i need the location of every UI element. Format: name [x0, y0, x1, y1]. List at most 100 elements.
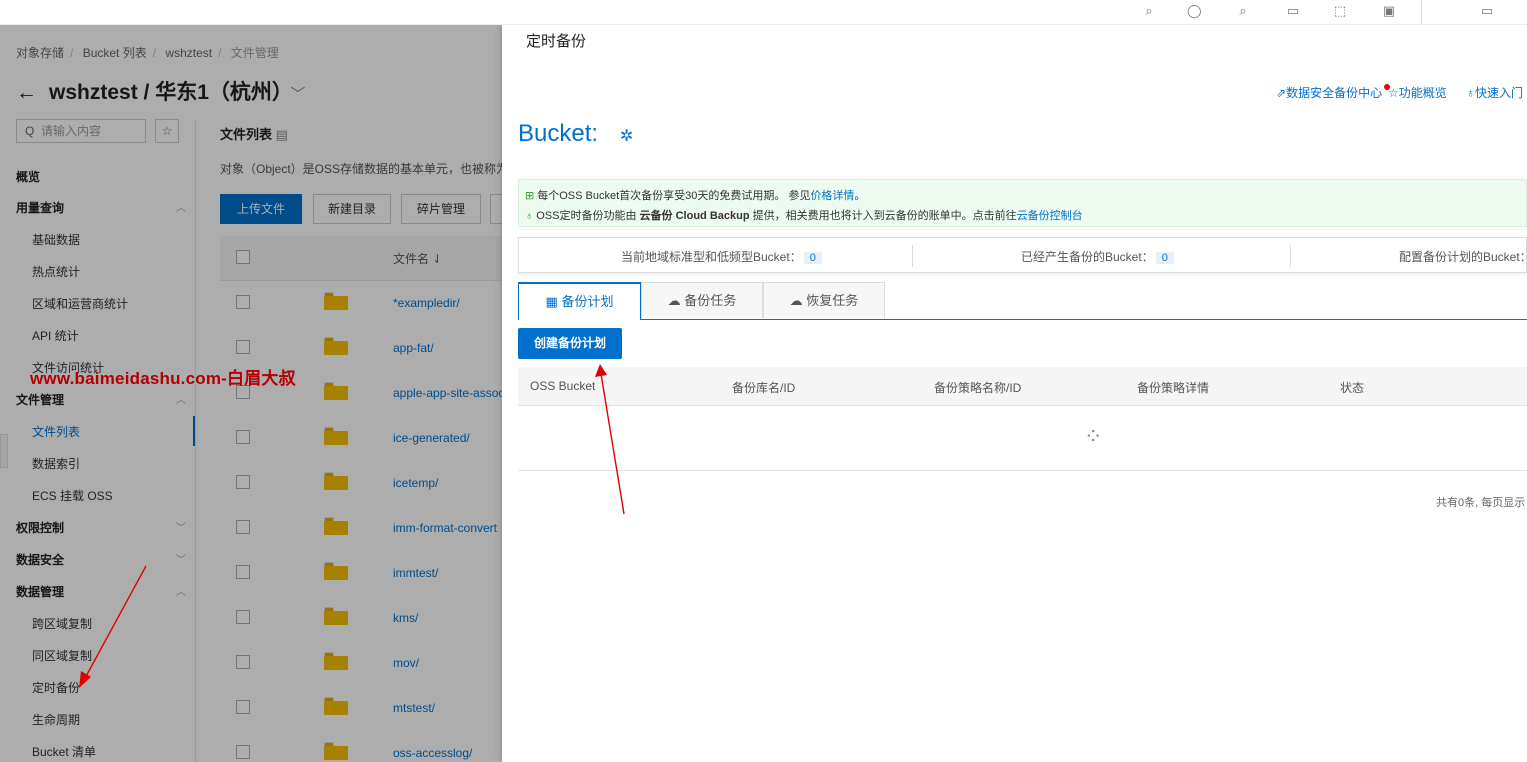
chevron-up-icon[interactable]: ︿: [176, 199, 186, 214]
row-checkbox[interactable]: [236, 295, 250, 309]
chevron-down-icon[interactable]: ﹀: [176, 519, 186, 534]
breadcrumb-item[interactable]: wshztest: [165, 46, 212, 60]
sidebar-item[interactable]: 概览: [16, 168, 40, 185]
chevron-up-icon[interactable]: ︿: [176, 583, 186, 598]
file-name-link[interactable]: app-fat/: [393, 341, 434, 355]
backup-plan-table-body: ⁘: [518, 406, 1527, 471]
file-row[interactable]: immtest/: [220, 551, 502, 597]
doc-icon[interactable]: ▭: [1286, 4, 1300, 18]
help-icon[interactable]: ◯: [1187, 4, 1202, 18]
file-name-link[interactable]: *exampledir/: [393, 296, 460, 310]
tab-backup-plan[interactable]: ▦ 备份计划: [518, 282, 641, 320]
more-button[interactable]: [490, 194, 502, 224]
search-icon[interactable]: ⌕: [1236, 4, 1250, 18]
tab-restore-task[interactable]: ☁ 恢复任务: [763, 282, 885, 318]
window-icon[interactable]: ▭: [1480, 4, 1494, 18]
cloud-backup-console-link[interactable]: 云备份控制台: [1017, 210, 1083, 222]
sidebar-item[interactable]: ECS 挂载 OSS: [32, 487, 113, 504]
file-name-link[interactable]: immtest/: [393, 566, 438, 580]
sidebar-search-input[interactable]: Q 请输入内容: [16, 119, 146, 143]
sidebar-item[interactable]: 数据安全: [16, 551, 64, 568]
file-name-link[interactable]: mov/: [393, 656, 419, 670]
column-status: 状态: [1340, 381, 1365, 395]
sidebar-item[interactable]: 文件管理: [16, 391, 64, 408]
price-details-link[interactable]: 价格详情: [810, 190, 854, 202]
doc-icon[interactable]: ▤: [276, 127, 288, 142]
file-name-link[interactable]: mtstest/: [393, 701, 435, 715]
sidebar-item[interactable]: 用量查询: [16, 199, 64, 216]
row-checkbox[interactable]: [236, 520, 250, 534]
sidebar-item[interactable]: 数据管理: [16, 583, 64, 600]
tab-label: 恢复任务: [806, 293, 859, 308]
notice-text-1: 每个OSS Bucket首次备份享受30天的免费试用期。 参见: [537, 190, 811, 202]
file-row[interactable]: mtstest/: [220, 686, 502, 732]
folder-icon: [324, 472, 348, 490]
breadcrumb-item[interactable]: Bucket 列表: [83, 46, 147, 60]
file-row[interactable]: imm-format-convert: [220, 506, 502, 552]
folder-icon: [324, 607, 348, 625]
sidebar-item[interactable]: 数据索引: [32, 455, 80, 472]
clipboard-icon[interactable]: ▣: [1382, 4, 1396, 18]
sidebar-item[interactable]: 文件列表: [32, 423, 80, 440]
back-arrow-icon[interactable]: ←: [16, 81, 37, 104]
row-checkbox[interactable]: [236, 340, 250, 354]
chevron-down-icon[interactable]: ﹀: [176, 551, 186, 566]
quick-start-link[interactable]: ♁快速入门: [1466, 84, 1523, 101]
sidebar-item[interactable]: API 统计: [32, 327, 79, 344]
new-directory-button[interactable]: 新建目录: [313, 194, 391, 224]
sidebar-item[interactable]: 热点统计: [32, 263, 80, 280]
sidebar-item[interactable]: 生命周期: [32, 711, 80, 728]
file-row[interactable]: *exampledir/: [220, 281, 502, 327]
file-row[interactable]: oss-accesslog/: [220, 731, 502, 762]
file-name-link[interactable]: icetemp/: [393, 476, 438, 490]
expand-icon[interactable]: ⬚: [1333, 4, 1347, 18]
sidebar-item[interactable]: 区域和运营商统计: [32, 295, 128, 312]
sidebar-item[interactable]: 基础数据: [32, 231, 80, 248]
file-name-link[interactable]: ice-generated/: [393, 431, 470, 445]
search-icon: Q: [25, 124, 35, 138]
create-backup-plan-button[interactable]: 创建备份计划: [518, 328, 622, 359]
sidebar-item[interactable]: 跨区域复制: [32, 615, 92, 632]
sidebar-item[interactable]: 同区域复制: [32, 647, 92, 664]
column-vault: 备份库名/ID: [732, 381, 796, 395]
star-icon: ☆: [1388, 86, 1399, 100]
feature-overview-link[interactable]: ☆功能概览: [1388, 84, 1447, 101]
chevron-up-icon[interactable]: ︿: [176, 391, 186, 406]
row-checkbox[interactable]: [236, 430, 250, 444]
row-checkbox[interactable]: [236, 610, 250, 624]
data-security-center-link[interactable]: ⇗数据安全备份中心: [1276, 84, 1391, 101]
row-checkbox[interactable]: [236, 475, 250, 489]
column-filename[interactable]: 文件名 ⇃: [393, 250, 442, 267]
row-checkbox[interactable]: [236, 700, 250, 714]
file-table-header: 文件名 ⇃: [220, 236, 502, 281]
upload-file-button[interactable]: 上传文件: [220, 194, 302, 224]
stat-standard-buckets: 当前地域标准型和低频型Bucket： 0: [621, 248, 822, 265]
sidebar-collapse-handle[interactable]: [0, 434, 8, 468]
file-name-link[interactable]: oss-accesslog/: [393, 746, 472, 760]
file-row[interactable]: ice-generated/: [220, 416, 502, 462]
star-icon[interactable]: ☆: [155, 119, 179, 143]
bucket-title-text: wshztest / 华东1（杭州）: [49, 81, 283, 104]
row-checkbox[interactable]: [236, 655, 250, 669]
chevron-down-icon[interactable]: ﹀: [290, 86, 305, 103]
sidebar-item[interactable]: 定时备份: [32, 679, 80, 696]
row-checkbox[interactable]: [236, 745, 250, 759]
file-row[interactable]: icetemp/: [220, 461, 502, 507]
breadcrumb: 对象存储 / Bucket 列表 / wshztest / 文件管理: [16, 46, 279, 60]
file-row[interactable]: mov/: [220, 641, 502, 687]
fragment-management-button[interactable]: 碎片管理: [401, 194, 481, 224]
select-all-checkbox[interactable]: [236, 250, 250, 264]
sidebar-item[interactable]: Bucket 清单: [32, 743, 96, 760]
watermark: www.baimeidashu.com-白眉大叔: [30, 369, 296, 388]
file-name-link[interactable]: kms/: [393, 611, 418, 625]
row-checkbox[interactable]: [236, 565, 250, 579]
sidebar-item[interactable]: 权限控制: [16, 519, 64, 536]
cloud-download-icon: ☁: [789, 293, 803, 308]
feature-overview-label: 功能概览: [1398, 86, 1447, 100]
search-icon[interactable]: ⌕: [1142, 4, 1156, 18]
file-row[interactable]: kms/: [220, 596, 502, 642]
breadcrumb-item[interactable]: 对象存储: [16, 46, 64, 60]
tab-backup-task[interactable]: ☁ 备份任务: [641, 282, 763, 318]
file-name-link[interactable]: apple-app-site-assoc: [393, 386, 502, 400]
file-name-link[interactable]: imm-format-convert: [393, 521, 497, 535]
